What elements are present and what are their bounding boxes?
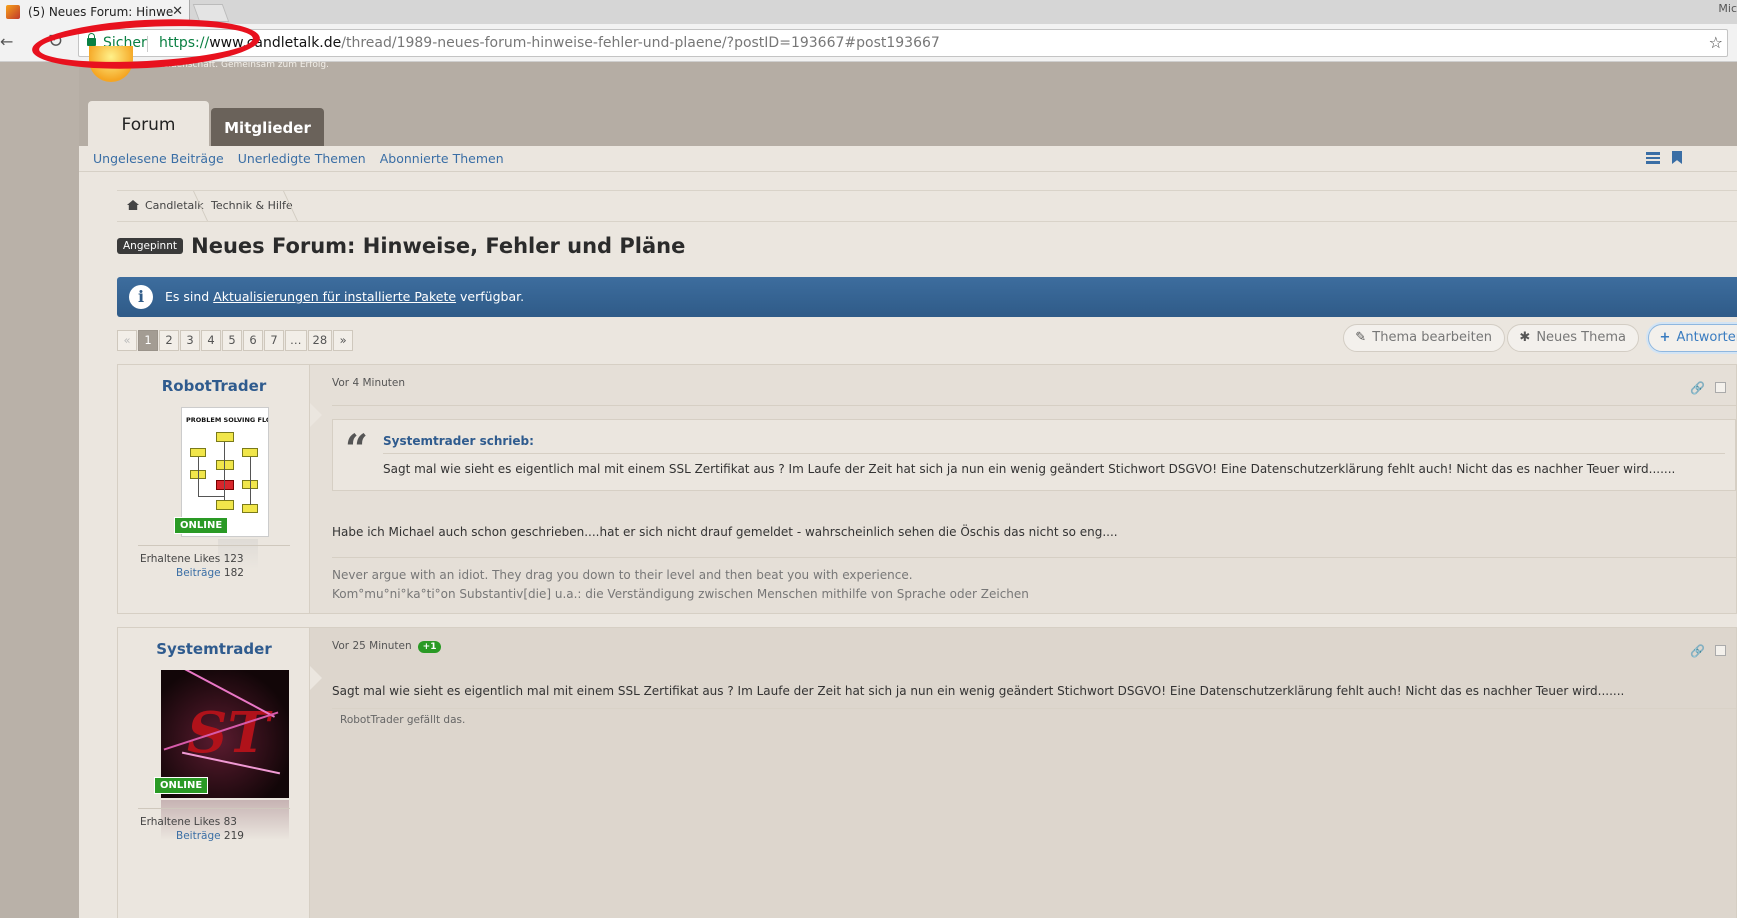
signature-line: Kom°mu°ni°ka°ti°on Substantiv[die] u.a.:… (332, 587, 1029, 601)
like-count-badge[interactable]: +1 (417, 641, 442, 653)
page-title: Neues Forum: Hinweise, Fehler und Pläne (191, 234, 686, 258)
page-button-6[interactable]: 6 (243, 330, 263, 351)
post-author-sidebar: RobotTrader PROBLEM SOLVING FLOWCHART (118, 365, 322, 613)
info-banner: i Es sind Aktualisierungen für installie… (117, 277, 1737, 317)
post-select-checkbox[interactable] (1715, 645, 1726, 656)
url-path: /thread/1989-neues-forum-hinweise-fehler… (341, 35, 940, 51)
tab-mitglieder[interactable]: Mitglieder (211, 108, 324, 146)
online-badge: ONLINE (174, 517, 229, 534)
page-button-2[interactable]: 2 (159, 330, 179, 351)
pinned-badge: Angepinnt (117, 238, 183, 254)
pagination: «1 2 3 4 5 6 7… 28» (117, 330, 354, 352)
subnav-subscribed-threads[interactable]: Abonnierte Themen (380, 151, 504, 166)
avatar-caption: PROBLEM SOLVING FLOWCHART (186, 416, 268, 424)
received-likes-stat: Erhaltene Likes 83 (140, 816, 237, 828)
post-count-stat: Beiträge 219 (176, 830, 244, 842)
url-text[interactable]: https://www.candletalk.de/thread/1989-ne… (159, 30, 940, 56)
plus-icon: + (1659, 330, 1671, 345)
page-ellipsis-button[interactable]: … (285, 330, 307, 351)
post-message: Habe ich Michael auch schon geschrieben.… (332, 525, 1118, 539)
sidebar-toggle-icon[interactable] (1646, 152, 1660, 164)
online-badge: ONLINE (154, 777, 209, 794)
site-favicon-icon (6, 5, 20, 19)
edit-thread-button[interactable]: ✎ Thema bearbeiten (1343, 324, 1505, 352)
address-bar[interactable]: Sicher https://www.candletalk.de/thread/… (78, 29, 1728, 57)
received-likes-stat: Erhaltene Likes 123 (140, 553, 244, 565)
breadcrumb: Candletalk Technik & Hilfe (117, 190, 1737, 222)
page-button-5[interactable]: 5 (222, 330, 242, 351)
pencil-icon: ✎ (1355, 330, 1367, 345)
page-button-28[interactable]: 28 (307, 330, 333, 351)
signature-divider (332, 557, 1736, 558)
browser-tab-title: (5) Neues Forum: Hinwe (28, 5, 174, 19)
bookmark-icon[interactable] (1672, 151, 1682, 164)
info-icon: i (129, 285, 153, 309)
main-content: Candletalk Technik & Hilfe Angepinnt Neu… (79, 172, 1737, 918)
quote-author[interactable]: Systemtrader schrieb: (383, 434, 534, 448)
reply-button[interactable]: +Antworten (1647, 324, 1737, 352)
info-banner-suffix: verfügbar. (456, 289, 525, 304)
author-username[interactable]: RobotTrader (118, 377, 310, 395)
post-timestamp: Vor 25 Minuten +1 (332, 640, 442, 653)
site-header: Leidenschaft. Gemeinsam zum Erfolg. Foru… (79, 46, 1737, 146)
post: Systemtrader ST ONLINE Erhaltene Likes 8… (117, 627, 1737, 918)
page-prev-button[interactable]: « (117, 330, 137, 351)
asterisk-icon: ✱ (1519, 330, 1531, 345)
post-body: Vor 4 Minuten 🔗 “ Systemtrader schrieb: … (310, 365, 1736, 613)
quote-text: Sagt mal wie sieht es eigentlich mal mit… (383, 462, 1676, 476)
sidebar-divider (138, 545, 290, 546)
star-icon[interactable]: ☆ (1709, 30, 1723, 56)
permalink-icon[interactable]: 🔗 (1690, 381, 1705, 395)
page-button-1[interactable]: 1 (138, 330, 158, 351)
post: RobotTrader PROBLEM SOLVING FLOWCHART (117, 364, 1737, 614)
post-timestamp[interactable]: Vor 4 Minuten (332, 377, 405, 389)
browser-toolbar: ← ↻ Sicher https://www.candletalk.de/thr… (0, 24, 1737, 62)
back-icon[interactable]: ← (0, 32, 13, 51)
package-updates-link[interactable]: Aktualisierungen für installierte Pakete (213, 289, 456, 304)
post-author-sidebar: Systemtrader ST ONLINE Erhaltene Likes 8… (118, 628, 322, 918)
page-button-3[interactable]: 3 (180, 330, 200, 351)
post-message: Sagt mal wie sieht es eigentlich mal mit… (332, 684, 1625, 698)
home-icon (127, 200, 139, 210)
post-count-stat: Beiträge 182 (176, 567, 244, 579)
info-banner-prefix: Es sind (165, 289, 214, 304)
post-body: Vor 25 Minuten +1 🔗 Sagt mal wie sieht es… (310, 628, 1736, 918)
page-button-7[interactable]: 7 (264, 330, 284, 351)
sidebar-divider (138, 808, 290, 809)
browser-tabbar: (5) Neues Forum: Hinwe ✕ Mic (0, 0, 1737, 24)
permalink-icon[interactable]: 🔗 (1690, 644, 1705, 658)
posts-link[interactable]: Beiträge (176, 830, 221, 842)
subnav-unresolved-threads[interactable]: Unerledigte Themen (238, 151, 366, 166)
signature-line: Never argue with an idiot. They drag you… (332, 568, 913, 582)
post-tools: 🔗 (1690, 381, 1726, 395)
liked-by-line[interactable]: RobotTrader gefällt das. (332, 708, 1736, 730)
post-select-checkbox[interactable] (1715, 382, 1726, 393)
new-thread-button[interactable]: ✱ Neues Thema (1507, 324, 1639, 352)
page-next-button[interactable]: » (333, 330, 354, 351)
thread-header: Angepinnt Neues Forum: Hinweise, Fehler … (117, 234, 685, 264)
subnav-unread-posts[interactable]: Ungelesene Beiträge (93, 151, 224, 166)
page-button-4[interactable]: 4 (201, 330, 221, 351)
author-username[interactable]: Systemtrader (118, 640, 310, 658)
sub-navigation: Ungelesene Beiträge Unerledigte Themen Abo… (79, 146, 1737, 172)
window-edge-text: Mic (1718, 2, 1737, 15)
tab-forum[interactable]: Forum (88, 101, 209, 146)
quote-divider (383, 453, 1725, 454)
posts-link[interactable]: Beiträge (176, 567, 221, 579)
quote-icon: “ (345, 426, 369, 473)
quote-box: “ Systemtrader schrieb: Sagt mal wie sie… (332, 419, 1736, 491)
post-header-divider (332, 405, 1736, 406)
post-timestamp-link[interactable]: Vor 25 Minuten (332, 640, 412, 652)
post-tools: 🔗 (1690, 644, 1726, 658)
forum-page: Leidenschaft. Gemeinsam zum Erfolg. Foru… (79, 46, 1737, 918)
